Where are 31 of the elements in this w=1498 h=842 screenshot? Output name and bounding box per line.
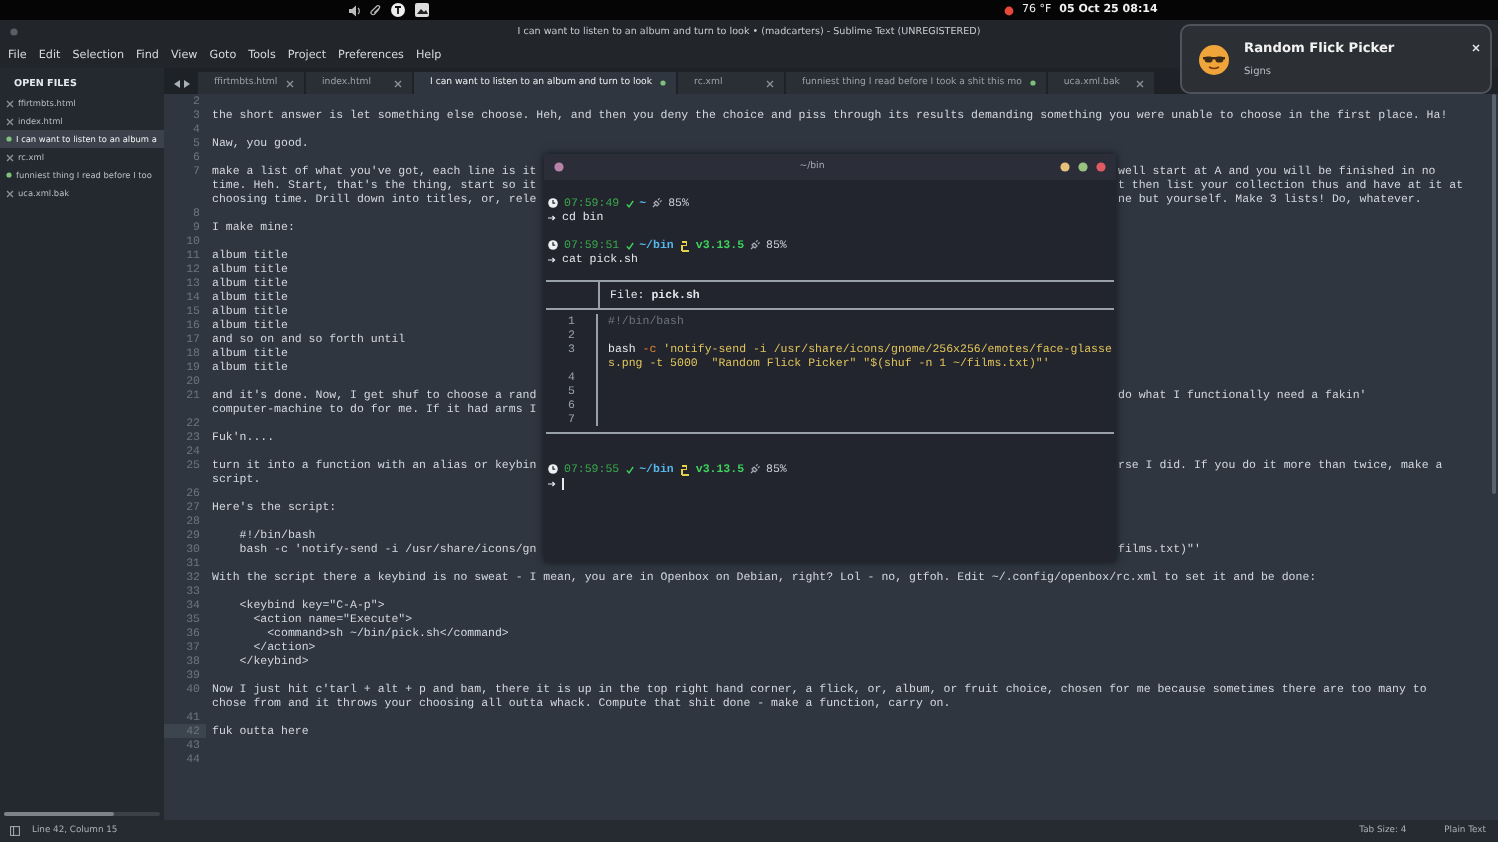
image-icon[interactable] (414, 2, 430, 18)
prompt-arrow-icon (548, 479, 556, 487)
modified-dot-icon (6, 172, 12, 178)
check-icon (625, 241, 634, 249)
prompt-arrow-icon (548, 213, 556, 221)
scrollbar[interactable] (1492, 94, 1496, 494)
plug-icon (652, 198, 663, 208)
sidebar-toggle-icon[interactable] (10, 826, 20, 836)
sunglasses-face-icon (1198, 43, 1230, 75)
status-dot-icon (1004, 5, 1014, 15)
check-icon (625, 199, 634, 207)
close-icon[interactable] (6, 153, 14, 161)
window-dot-icon[interactable] (10, 28, 18, 36)
modified-dot-icon (6, 136, 12, 142)
close-icon[interactable] (6, 117, 14, 125)
plug-icon (750, 240, 761, 250)
speaker-icon[interactable] (348, 3, 362, 17)
window-dot-icon[interactable] (554, 162, 564, 172)
paperclip-icon[interactable] (370, 3, 382, 17)
minimize-icon[interactable] (1059, 162, 1070, 172)
close-icon[interactable] (6, 189, 14, 197)
maximize-icon[interactable] (1077, 162, 1088, 172)
plug-icon (750, 464, 761, 474)
modified-dot-icon (660, 80, 667, 86)
text-cursor (562, 477, 564, 489)
tab-arrows-icon[interactable] (174, 80, 190, 88)
check-icon (625, 465, 634, 473)
scrollbar[interactable] (4, 812, 160, 816)
modified-dot-icon (1029, 80, 1036, 86)
prompt-arrow-icon (548, 255, 556, 263)
close-icon[interactable] (6, 99, 14, 107)
